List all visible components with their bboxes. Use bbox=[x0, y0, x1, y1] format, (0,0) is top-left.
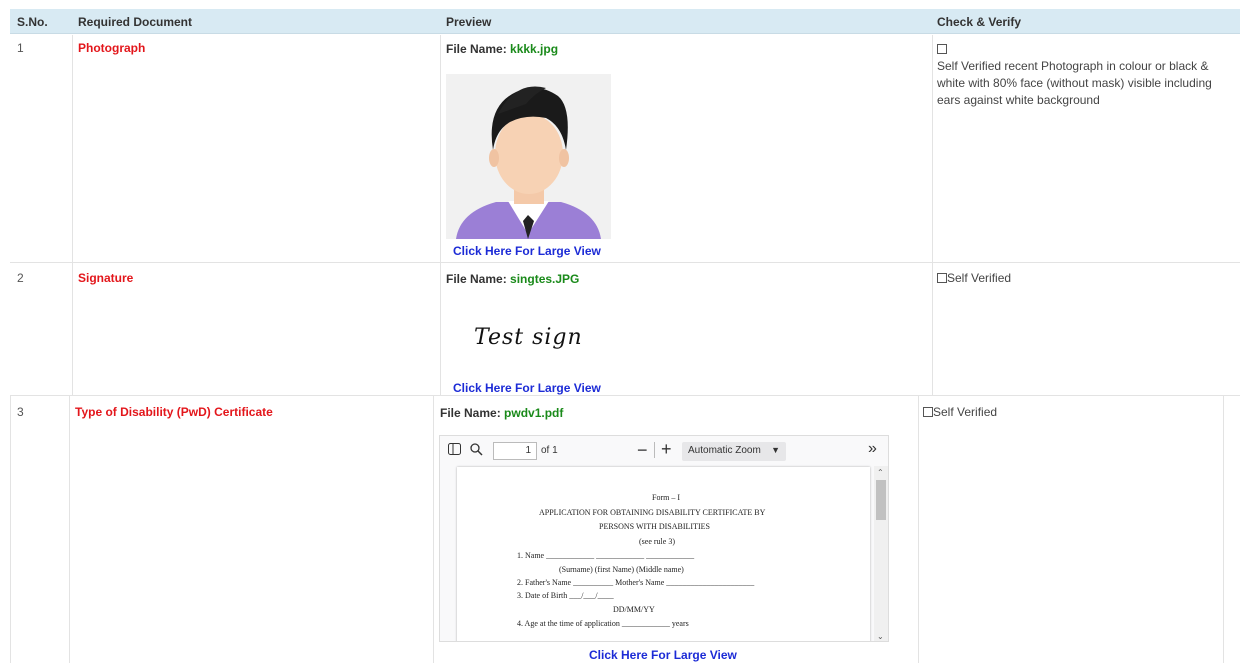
scrollbar-thumb[interactable] bbox=[876, 480, 886, 520]
column-divider bbox=[433, 396, 434, 663]
checkbox[interactable] bbox=[937, 44, 947, 54]
file-name-value: pwdv1.pdf bbox=[504, 406, 564, 420]
header-sno: S.No. bbox=[17, 15, 48, 29]
row-sno: 1 bbox=[17, 41, 24, 55]
row-sno: 2 bbox=[17, 271, 24, 285]
page-count: of 1 bbox=[541, 445, 558, 456]
pdf-viewer[interactable]: 1 of 1 − + Automatic Zoom ▼ » Form – I A… bbox=[439, 435, 889, 642]
table-row bbox=[10, 263, 1240, 396]
column-divider bbox=[440, 35, 441, 263]
column-divider bbox=[69, 396, 70, 663]
photo-preview[interactable] bbox=[446, 74, 611, 239]
checkbox[interactable] bbox=[937, 273, 947, 283]
column-divider bbox=[918, 396, 919, 663]
file-name: File Name: singtes.JPG bbox=[446, 272, 580, 286]
pdf-text: 3. Date of Birth ___/___/____ bbox=[517, 591, 614, 600]
column-divider bbox=[932, 35, 933, 263]
file-name: File Name: kkkk.jpg bbox=[446, 42, 559, 56]
header-check-verify: Check & Verify bbox=[937, 15, 1022, 29]
column-divider bbox=[72, 35, 73, 263]
verify-checkbox[interactable]: Self Verified bbox=[923, 404, 997, 421]
zoom-out-icon[interactable]: − bbox=[637, 440, 648, 461]
file-name-value: kkkk.jpg bbox=[510, 42, 559, 56]
search-icon[interactable] bbox=[470, 443, 483, 459]
signature-preview[interactable]: Test sign bbox=[474, 325, 583, 350]
row-sno: 3 bbox=[17, 405, 24, 419]
document-name: Signature bbox=[78, 271, 134, 285]
pdf-scrollbar[interactable]: ⌃ ⌄ bbox=[874, 466, 888, 641]
pdf-text: (see rule 3) bbox=[639, 537, 675, 546]
column-divider bbox=[440, 263, 441, 396]
pdf-text: 4. Age at the time of application ______… bbox=[517, 619, 689, 628]
header-preview: Preview bbox=[446, 15, 492, 29]
pdf-text: (Surname) (first Name) (Middle name) bbox=[559, 565, 684, 574]
large-view-link[interactable]: Click Here For Large View bbox=[453, 244, 601, 258]
pdf-text: PERSONS WITH DISABILITIES bbox=[599, 522, 710, 531]
scroll-down-icon[interactable]: ⌄ bbox=[877, 632, 884, 641]
column-divider bbox=[10, 396, 11, 663]
chevron-down-icon: ▼ bbox=[771, 445, 780, 455]
file-name-value: singtes.JPG bbox=[510, 272, 580, 286]
column-divider bbox=[1223, 396, 1224, 663]
scroll-up-icon[interactable]: ⌃ bbox=[877, 468, 884, 477]
verify-checkbox[interactable] bbox=[937, 41, 947, 58]
document-name: Photograph bbox=[78, 41, 146, 55]
zoom-select[interactable]: Automatic Zoom ▼ bbox=[682, 442, 786, 461]
verify-text: Self Verified recent Photograph in colou… bbox=[937, 59, 1212, 107]
file-name: File Name: pwdv1.pdf bbox=[440, 406, 564, 420]
pdf-text: APPLICATION FOR OBTAINING DISABILITY CER… bbox=[539, 508, 766, 517]
zoom-in-icon[interactable]: + bbox=[661, 439, 672, 460]
large-view-link[interactable]: Click Here For Large View bbox=[589, 648, 737, 662]
column-divider bbox=[932, 263, 933, 396]
checkbox[interactable] bbox=[923, 407, 933, 417]
large-view-link[interactable]: Click Here For Large View bbox=[453, 381, 601, 395]
verify-text: Self Verified bbox=[933, 405, 998, 419]
avatar-placeholder-icon bbox=[446, 74, 611, 239]
pdf-page: Form – I APPLICATION FOR OBTAINING DISAB… bbox=[457, 467, 870, 641]
pdf-text: Form – I bbox=[652, 493, 680, 502]
pdf-toolbar: 1 of 1 − + Automatic Zoom ▼ » bbox=[440, 436, 888, 466]
header-required-document: Required Document bbox=[78, 15, 193, 29]
sidebar-toggle-icon[interactable] bbox=[448, 443, 461, 458]
document-name: Type of Disability (PwD) Certificate bbox=[75, 405, 273, 419]
more-tools-icon[interactable]: » bbox=[868, 440, 877, 458]
verify-checkbox[interactable]: Self Verified bbox=[937, 270, 1011, 287]
pdf-text: DD/MM/YY bbox=[613, 605, 655, 614]
table-header: S.No. Required Document Preview Check & … bbox=[10, 9, 1240, 34]
toolbar-separator bbox=[654, 442, 655, 458]
pdf-text: 1. Name ____________ ____________ ______… bbox=[517, 551, 695, 560]
verify-text: Self Verified bbox=[947, 271, 1012, 285]
column-divider bbox=[72, 263, 73, 396]
page-number-input[interactable]: 1 bbox=[493, 442, 537, 460]
pdf-text: 2. Father's Name __________ Mother's Nam… bbox=[517, 578, 755, 587]
